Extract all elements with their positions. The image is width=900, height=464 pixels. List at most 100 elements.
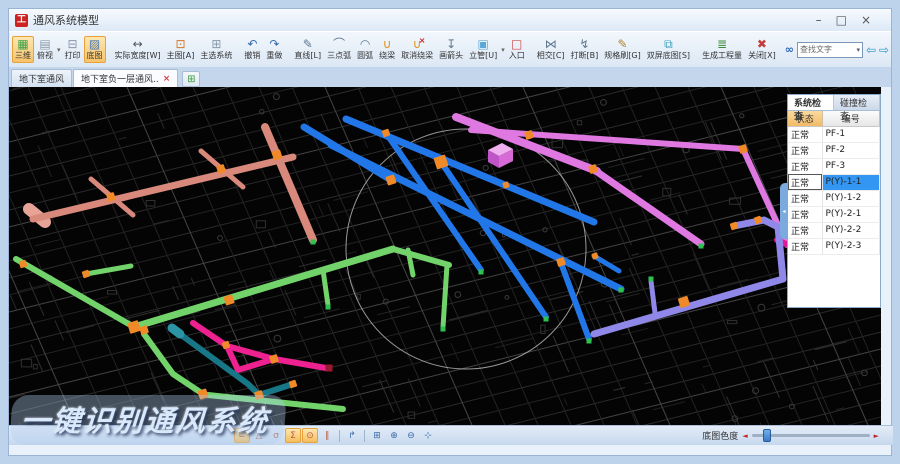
- print-button[interactable]: ⊟打印: [62, 36, 84, 63]
- riser-dropdown-icon[interactable]: ▾: [501, 46, 505, 54]
- find-next-button[interactable]: ⇨: [879, 44, 889, 56]
- basemap-button[interactable]: ▨底图: [84, 36, 106, 63]
- generate-quantities-label: 生成工程量: [702, 51, 742, 61]
- main-system-button[interactable]: ⊞主选系统: [197, 36, 235, 63]
- orbit-button[interactable]: ↱: [344, 428, 360, 443]
- viewport-canvas[interactable]: [9, 87, 881, 425]
- close-button[interactable]: ×: [861, 13, 871, 27]
- draw-arrow-icon: ↧: [446, 38, 456, 51]
- dual-screen-basemap-button[interactable]: ⧉双屏底图[S]: [644, 36, 693, 63]
- undo-button[interactable]: ↶撤销: [241, 36, 263, 63]
- arc-icon: ◠: [360, 38, 370, 51]
- row-code[interactable]: P(Y)-1-2: [822, 190, 880, 206]
- snap-center-button[interactable]: ⊙: [302, 428, 318, 443]
- find-text-input[interactable]: 查找文字 ▾: [797, 42, 863, 58]
- draw-arrow-button[interactable]: ↧画箭头: [436, 36, 466, 63]
- spec-brush-icon: ✎: [617, 38, 627, 51]
- actual-width-button[interactable]: ↔实际宽度[W]: [112, 36, 164, 63]
- tab-collision-check[interactable]: 碰撞检查: [834, 95, 880, 110]
- slider-thumb[interactable]: [763, 429, 771, 442]
- row-status[interactable]: 正常: [788, 126, 822, 142]
- break-button[interactable]: ↯打断[B]: [568, 36, 602, 63]
- table-row[interactable]: 正常P(Y)-2-3: [788, 238, 880, 254]
- snap-sum-button[interactable]: Ʃ: [285, 428, 301, 443]
- view-top-dropdown-icon[interactable]: ▾: [57, 46, 61, 54]
- row-code[interactable]: PF-2: [822, 142, 880, 158]
- table-row[interactable]: 正常P(Y)-1-2: [788, 190, 880, 206]
- row-status[interactable]: 正常: [788, 142, 822, 158]
- table-row[interactable]: 正常P(Y)-1-1: [788, 174, 880, 190]
- row-code[interactable]: P(Y)-2-1: [822, 206, 880, 222]
- spec-brush-button[interactable]: ✎规格刷[G]: [601, 36, 643, 63]
- tab-basement-b1-vent[interactable]: 地下室负一层通风.. ×: [73, 69, 178, 87]
- arc-button[interactable]: ◠圆弧: [354, 36, 376, 63]
- cancel-wrap-beam-button[interactable]: ∪×取消绕梁: [398, 36, 436, 63]
- pan-button[interactable]: ⊹: [420, 428, 436, 443]
- dual-screen-basemap-label: 双屏底图[S]: [647, 51, 690, 61]
- system-table: 状态 编号 正常PF-1正常PF-2正常PF-3正常P(Y)-1-1正常P(Y)…: [788, 111, 880, 255]
- row-status[interactable]: 正常: [788, 158, 822, 174]
- find-dropdown-icon[interactable]: ▾: [856, 46, 860, 54]
- row-status[interactable]: 正常: [788, 238, 822, 254]
- entry-icon: □: [511, 38, 522, 51]
- find-icon: ∞: [785, 43, 794, 56]
- row-code[interactable]: P(Y)-1-1: [822, 174, 880, 190]
- row-status[interactable]: 正常: [788, 206, 822, 222]
- intersect-button[interactable]: ⋈相交[C]: [534, 36, 568, 63]
- tab-basement-vent[interactable]: 地下室通风: [11, 69, 72, 87]
- view-3d-button[interactable]: ▦三维: [12, 36, 34, 63]
- line-button[interactable]: ✎直线[L]: [291, 36, 324, 63]
- arc-3pt-label: 三点弧: [327, 51, 351, 61]
- arc-3pt-button[interactable]: ⌒三点弧: [324, 36, 354, 63]
- row-code[interactable]: PF-1: [822, 126, 880, 142]
- table-row[interactable]: 正常P(Y)-2-2: [788, 222, 880, 238]
- maximize-button[interactable]: □: [836, 13, 847, 27]
- tab-system-check[interactable]: 系统检查: [788, 95, 834, 110]
- column-header-code[interactable]: 编号: [822, 111, 880, 126]
- table-row[interactable]: 正常PF-2: [788, 142, 880, 158]
- undo-label: 撤销: [244, 51, 260, 61]
- table-row[interactable]: 正常P(Y)-2-1: [788, 206, 880, 222]
- print-icon: ⊟: [67, 38, 77, 51]
- row-status[interactable]: 正常: [788, 190, 822, 206]
- row-code[interactable]: PF-3: [822, 158, 880, 174]
- cancel-wrap-beam-icon: ∪×: [413, 38, 422, 51]
- basemap-icon: ▨: [89, 38, 100, 51]
- wrap-beam-button[interactable]: ∪绕梁: [376, 36, 398, 63]
- basemap-chroma-slider[interactable]: [752, 434, 870, 437]
- main-view-button[interactable]: ⊡主图[A]: [164, 36, 198, 63]
- row-code[interactable]: P(Y)-2-3: [822, 238, 880, 254]
- zoom-in-button[interactable]: ⊕: [386, 428, 402, 443]
- generate-quantities-button[interactable]: ≣生成工程量: [699, 36, 745, 63]
- wrap-beam-label: 绕梁: [379, 51, 395, 61]
- cancel-x-icon: ×: [419, 35, 426, 47]
- main-system-label: 主选系统: [200, 51, 232, 61]
- tab-close-icon[interactable]: ×: [163, 74, 171, 84]
- row-status[interactable]: 正常: [788, 174, 822, 190]
- spec-brush-label: 规格刷[G]: [604, 51, 640, 61]
- entry-button[interactable]: □入口: [506, 36, 528, 63]
- minimize-button[interactable]: –: [816, 13, 822, 27]
- riser-button[interactable]: ▣立管[U]: [466, 36, 500, 63]
- arc-3pt-icon: ⌒: [333, 38, 345, 51]
- table-row[interactable]: 正常PF-3: [788, 158, 880, 174]
- close-doc-button[interactable]: ✖关闭[X]: [745, 36, 779, 63]
- zoom-extents-button[interactable]: ⊞: [369, 428, 385, 443]
- print-label: 打印: [65, 51, 81, 61]
- redo-button[interactable]: ↷重做: [263, 36, 285, 63]
- panel-collapse-handle[interactable]: ◂: [780, 183, 788, 239]
- break-icon: ↯: [579, 38, 589, 51]
- app-icon: 工: [15, 14, 28, 27]
- cancel-wrap-beam-label: 取消绕梁: [401, 51, 433, 61]
- new-tab-button[interactable]: ⊞: [182, 71, 200, 87]
- table-row[interactable]: 正常PF-1: [788, 126, 880, 142]
- view-top-button[interactable]: ▤俯视: [34, 36, 56, 63]
- zoom-out-button[interactable]: ⊖: [403, 428, 419, 443]
- snap-parallel-button[interactable]: ∥: [319, 428, 335, 443]
- model-viewport[interactable]: ◂ 系统检查 碰撞检查 状态 编号 正常PF-1正常PF-2正常PF-3正常P(…: [9, 87, 881, 425]
- find-previous-button[interactable]: ⇦: [866, 44, 876, 56]
- riser-label: 立管[U]: [469, 51, 497, 61]
- row-status[interactable]: 正常: [788, 222, 822, 238]
- row-code[interactable]: P(Y)-2-2: [822, 222, 880, 238]
- statusbar-separator: [339, 430, 340, 442]
